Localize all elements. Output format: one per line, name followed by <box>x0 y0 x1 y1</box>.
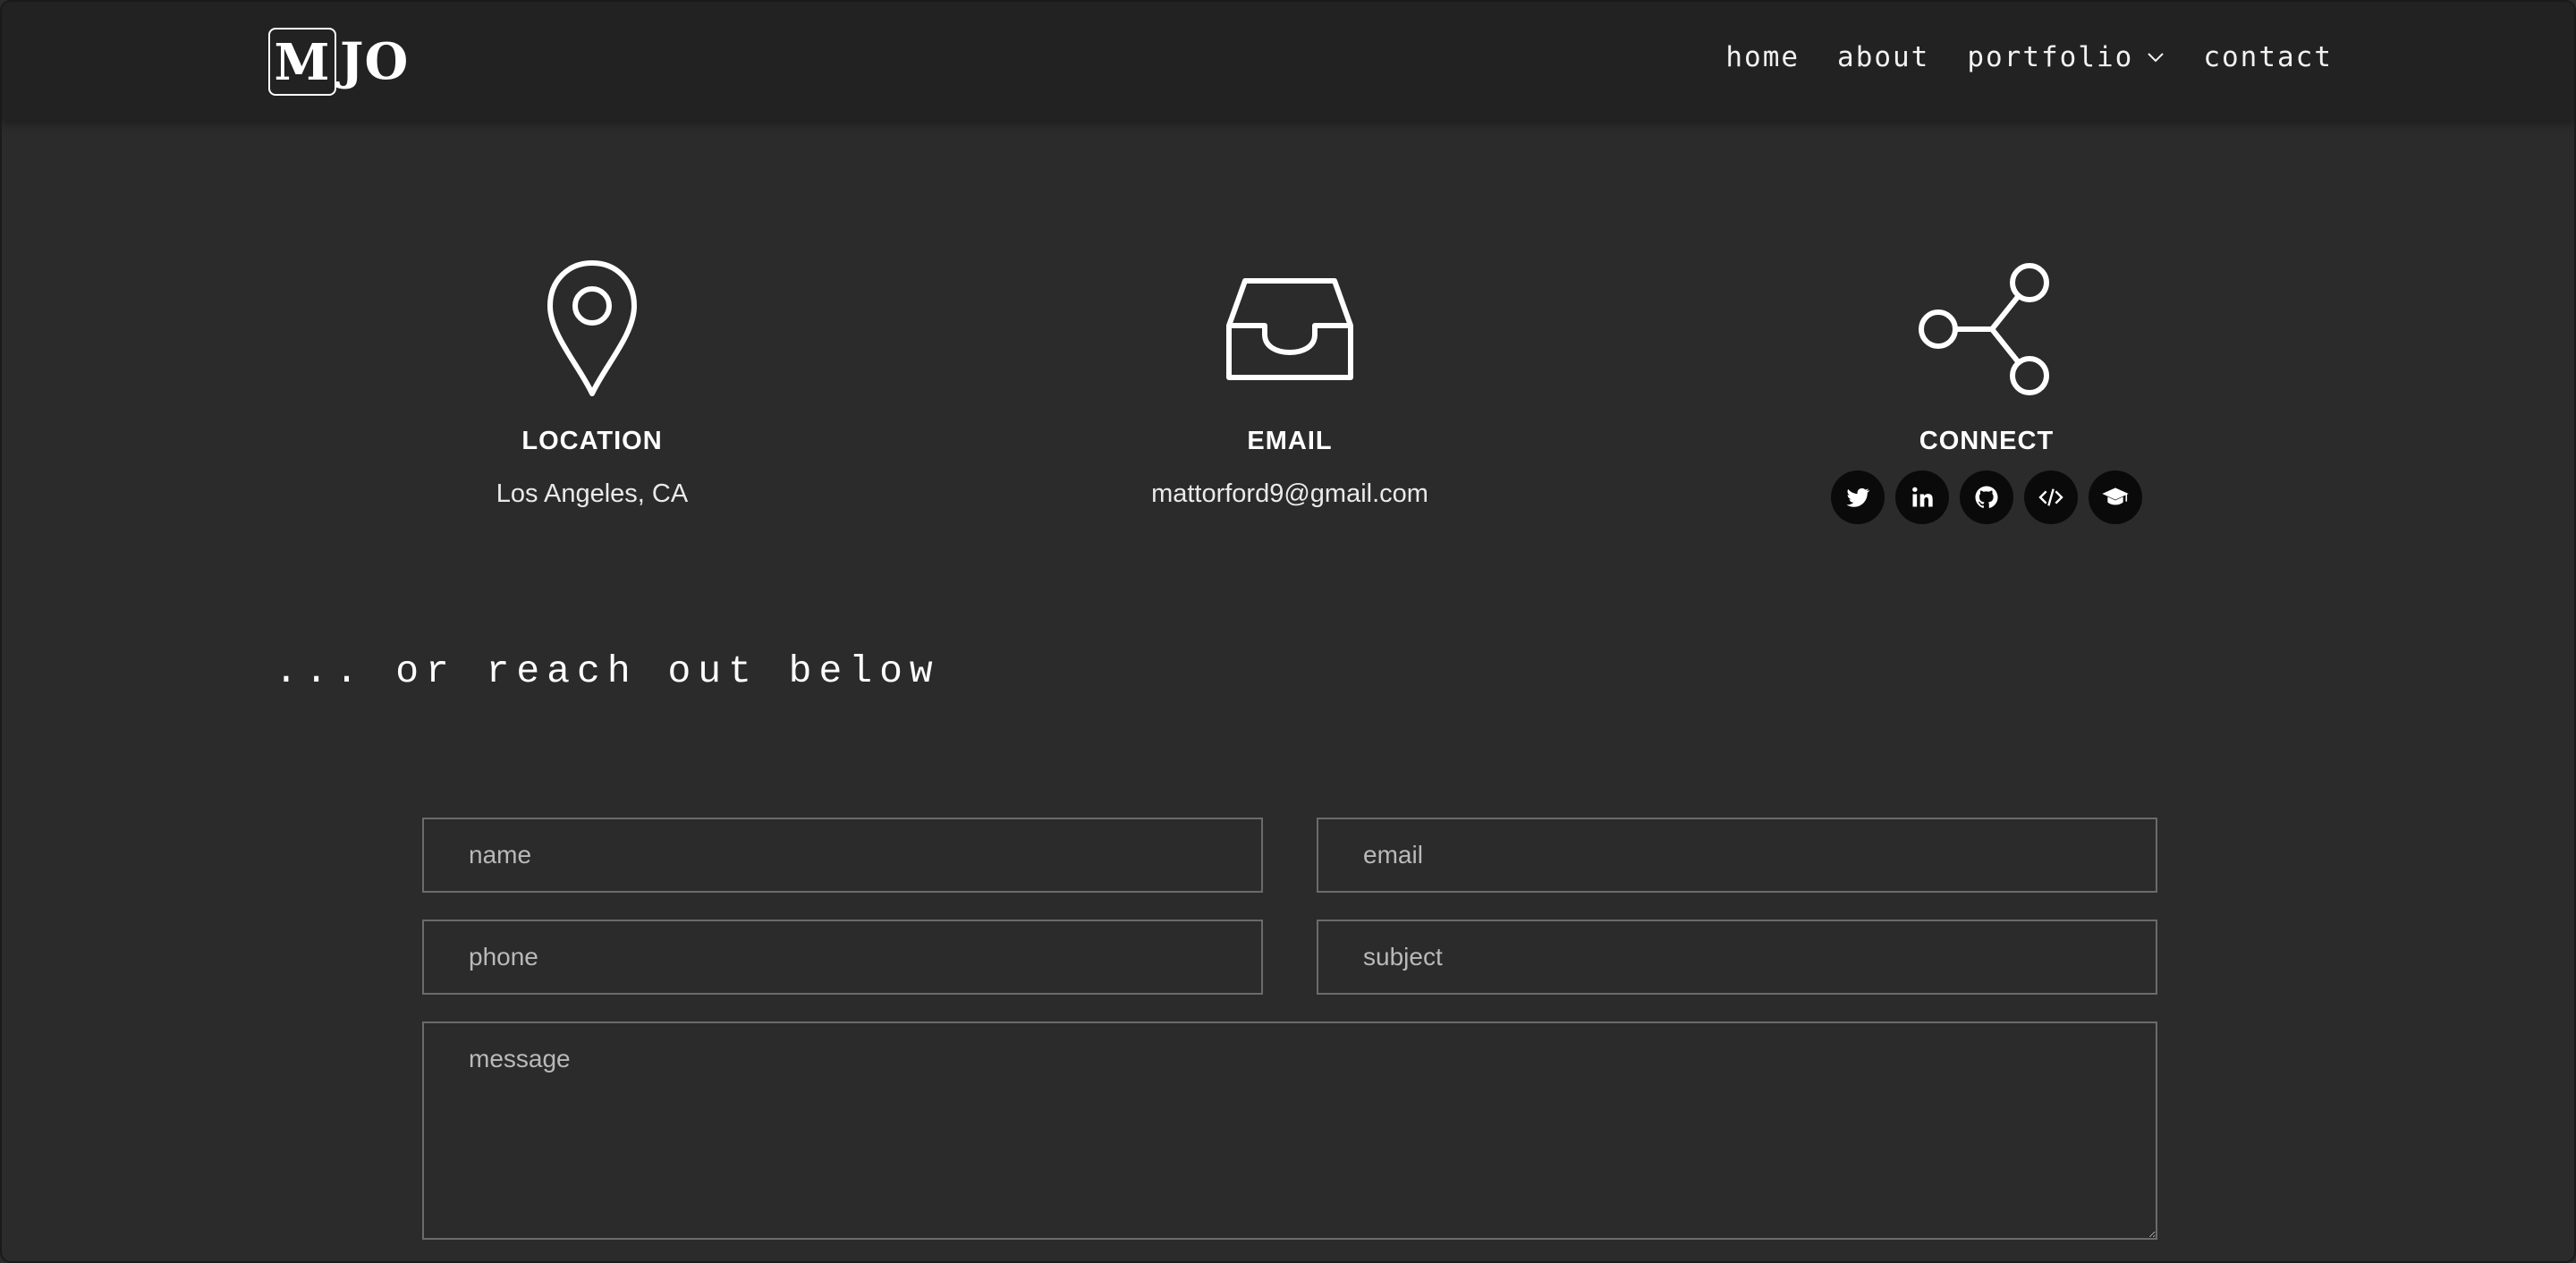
connect-title: CONNECT <box>1919 427 2055 455</box>
logo-boxed-letter: M <box>274 33 331 92</box>
email-title: EMAIL <box>1247 427 1333 455</box>
location-card: LOCATION Los Angeles, CA <box>324 257 860 509</box>
location-value: Los Angeles, CA <box>496 479 689 508</box>
name-field[interactable] <box>422 818 1263 893</box>
logo-box: M <box>268 28 336 96</box>
site-logo[interactable]: M JO <box>268 27 409 97</box>
logo-text: JO <box>340 32 410 91</box>
phone-field[interactable] <box>422 920 1263 995</box>
nav-home[interactable]: home <box>1725 41 1800 73</box>
nav-portfolio[interactable]: portfolio <box>1967 41 2165 73</box>
nav-about[interactable]: about <box>1837 41 1929 73</box>
twitter-icon[interactable] <box>1831 470 1885 524</box>
graduation-cap-icon[interactable] <box>2089 470 2142 524</box>
location-title: LOCATION <box>521 427 663 455</box>
social-links <box>1718 470 2255 524</box>
page: M JO home about portfolio contact LOCATI… <box>0 0 2576 1263</box>
site-header: M JO home about portfolio contact <box>2 2 2574 120</box>
nav-contact[interactable]: contact <box>2203 41 2333 73</box>
share-icon <box>1718 257 2255 402</box>
subject-field[interactable] <box>1317 920 2157 995</box>
nav-about-label: about <box>1837 41 1930 73</box>
map-pin-icon <box>324 257 860 402</box>
message-field[interactable] <box>422 1021 2157 1240</box>
inbox-icon <box>1021 257 1558 402</box>
email-value[interactable]: mattorford9@gmail.com <box>1021 479 1558 509</box>
code-icon[interactable] <box>2024 470 2078 524</box>
connect-card: CONNECT <box>1718 257 2255 524</box>
main-nav: home about portfolio contact <box>1725 34 2333 81</box>
reach-out-heading: ... or reach out below <box>275 649 940 693</box>
nav-home-label: home <box>1725 41 1801 73</box>
linkedin-icon[interactable] <box>1895 470 1949 524</box>
email-card: EMAIL mattorford9@gmail.com <box>1021 257 1558 509</box>
github-icon[interactable] <box>1960 470 2013 524</box>
nav-portfolio-label: portfolio <box>1967 41 2134 73</box>
chevron-down-icon <box>2146 47 2165 67</box>
nav-contact-label: contact <box>2203 41 2333 73</box>
email-field[interactable] <box>1317 818 2157 893</box>
